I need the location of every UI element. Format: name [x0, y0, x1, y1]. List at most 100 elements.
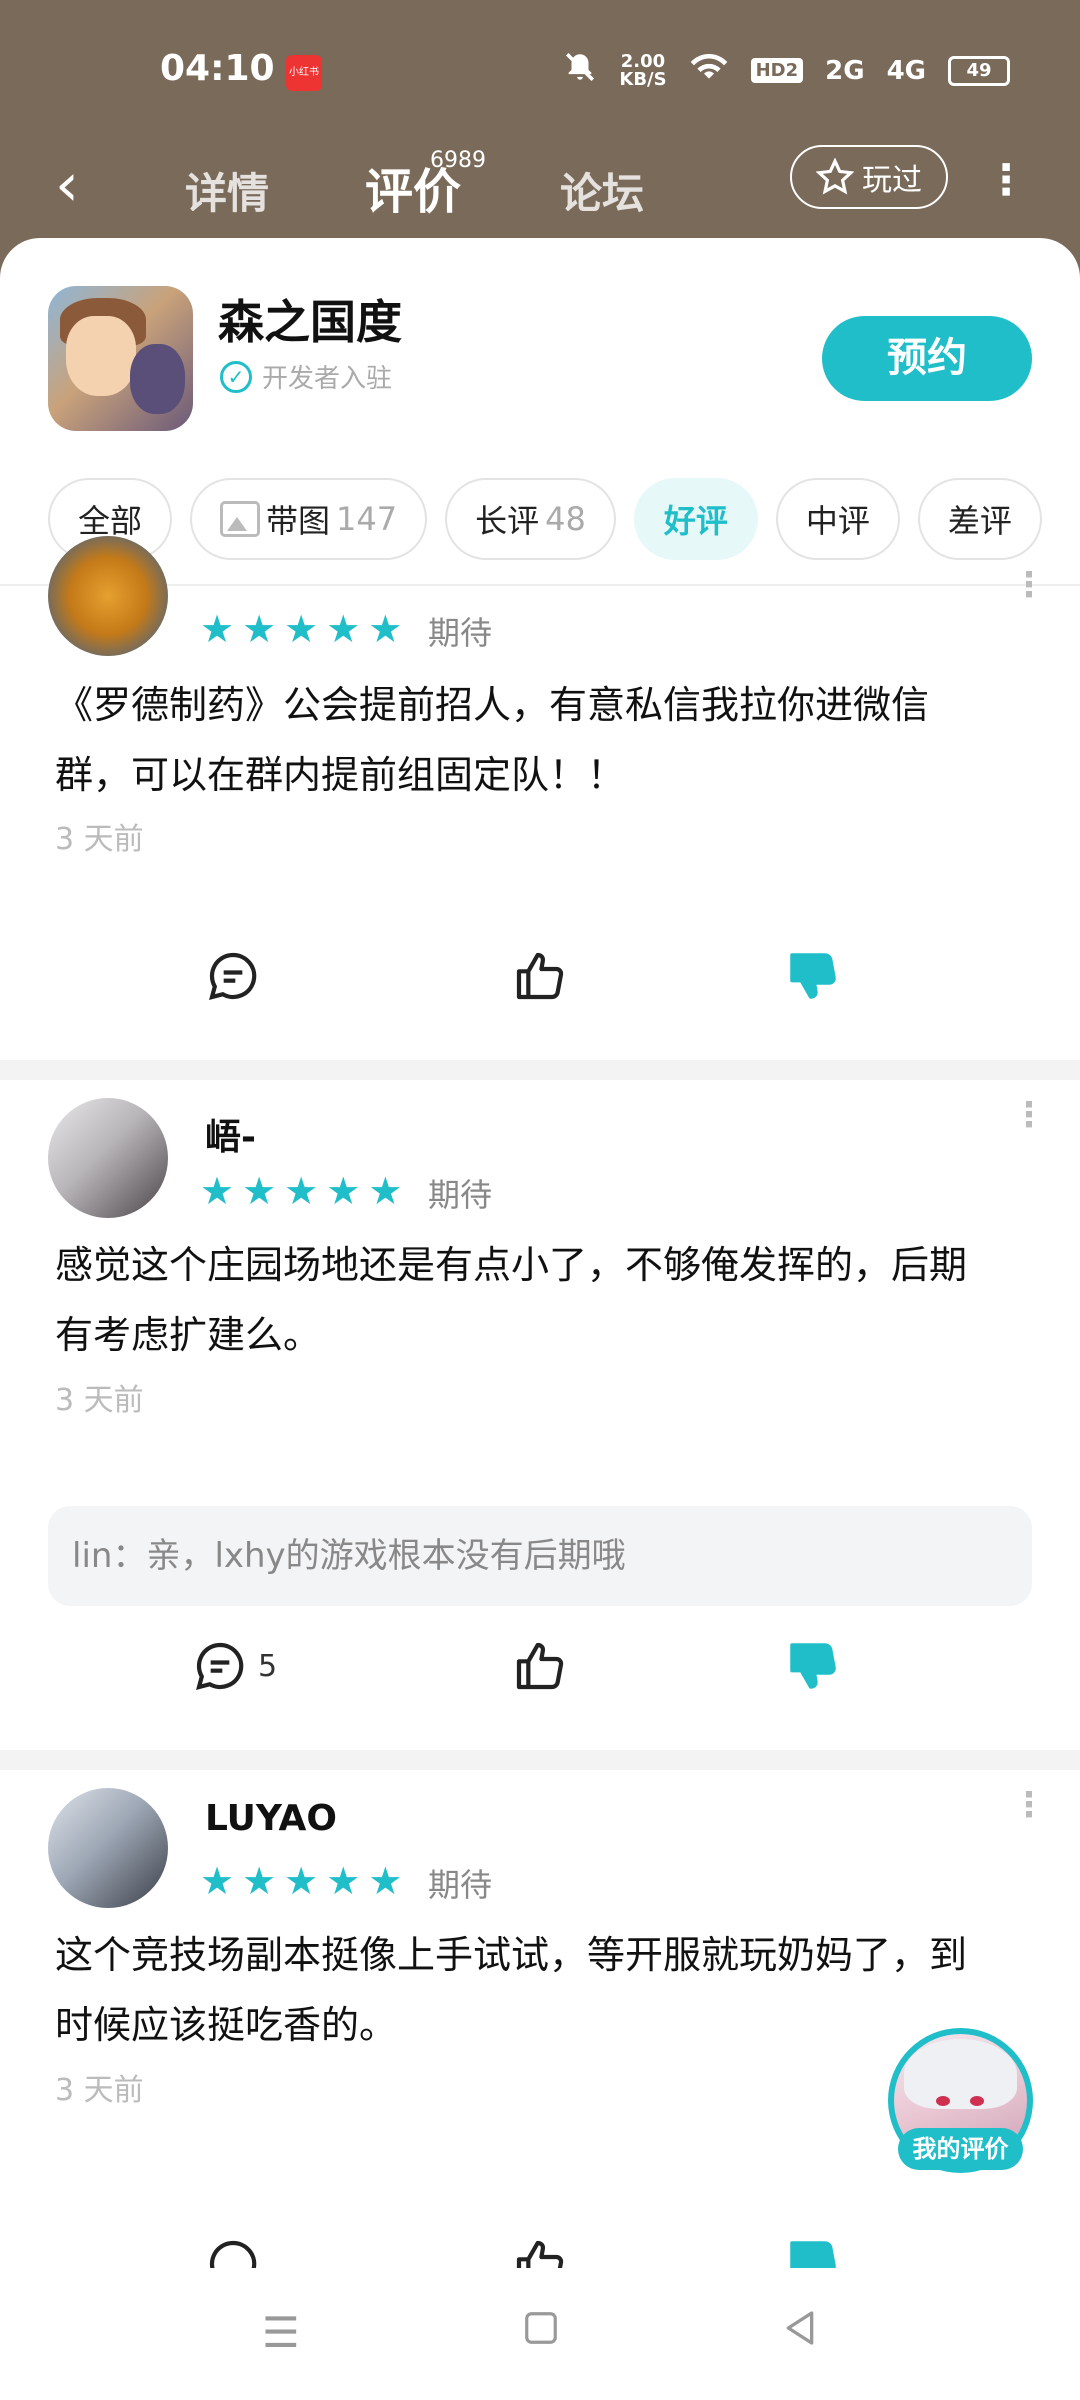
game-header: 森之国度 ✓ 开发者入驻 预约: [0, 238, 1080, 478]
more-vertical-icon[interactable]: ⋮: [1012, 568, 1046, 602]
thumbs-up-icon: [516, 952, 564, 1000]
review-card: ★ ★ ★ ★ ★ 期待 ⋮ 《罗德制药》公会提前招人，有意私信我拉你进微信 群，可以在…: [0, 536, 1080, 941]
comment-icon: [196, 1642, 244, 1690]
comment-button[interactable]: 5: [192, 1638, 277, 1694]
filter-long[interactable]: 长评 48: [445, 478, 616, 560]
home-square-icon[interactable]: [522, 2308, 560, 2357]
star-icon: ★: [368, 607, 403, 651]
game-title: 森之国度: [218, 295, 402, 349]
filter-images-count: 147: [336, 500, 398, 538]
menu-icon[interactable]: ☰: [262, 2308, 300, 2357]
reply-preview[interactable]: lin：亲，lxhy的游戏根本没有后期哦: [48, 1506, 1032, 1606]
app-notification-icon: 小红书: [286, 55, 322, 91]
filter-negative[interactable]: 差评: [917, 478, 1042, 560]
check-circle-icon: ✓: [220, 360, 252, 393]
played-button[interactable]: 玩过: [790, 145, 948, 209]
filter-chips: 全部 带图 147 长评 48 好评 中评 差评: [48, 478, 1042, 562]
star-icon: ★: [200, 1169, 235, 1213]
wifi-icon: [689, 51, 729, 90]
hd-icon: HD2: [750, 58, 804, 83]
signal-4g: 4G: [886, 55, 926, 86]
image-icon: [220, 501, 261, 537]
review-tag: 期待: [428, 614, 493, 652]
back-triangle-icon[interactable]: [780, 2308, 820, 2358]
more-vertical-icon[interactable]: ⋮: [1012, 1788, 1046, 1822]
star-icon: ★: [326, 1169, 361, 1213]
header-nav: ‹ 详情 评价 6989 论坛 玩过 ⋮: [0, 140, 1080, 240]
tab-forum[interactable]: 论坛: [560, 160, 644, 221]
filter-with-images[interactable]: 带图 147: [190, 478, 428, 560]
like-button[interactable]: [512, 948, 568, 1004]
section-gap: [0, 1060, 1080, 1080]
star-icon: ★: [368, 1859, 403, 1903]
star-icon: ★: [284, 1859, 319, 1903]
username[interactable]: LUYAO: [205, 1798, 337, 1839]
review-time: 3 天前: [55, 822, 144, 857]
review-content: 《罗德制药》公会提前招人，有意私信我拉你进微信 群，可以在群内提前组固定队！！: [55, 670, 1035, 810]
comment-icon: [209, 952, 257, 1000]
mute-bell-icon: [563, 50, 597, 91]
filter-positive-label: 好评: [663, 502, 728, 540]
battery-icon: 49: [948, 55, 1010, 86]
filter-neutral[interactable]: 中评: [775, 478, 900, 560]
filter-positive[interactable]: 好评: [633, 478, 758, 560]
comment-button[interactable]: [205, 948, 261, 1004]
star-icon: ★: [242, 1169, 277, 1213]
played-label: 玩过: [862, 163, 922, 198]
star-icon: ★: [326, 1859, 361, 1903]
section-gap: [0, 1750, 1080, 1770]
avatar[interactable]: [48, 1098, 168, 1218]
dislike-button[interactable]: [785, 1638, 841, 1694]
more-vertical-icon[interactable]: ⋮: [1012, 1098, 1046, 1132]
filter-long-count: 48: [545, 500, 586, 538]
star-icon: ★: [200, 607, 235, 651]
star-rating: ★ ★ ★ ★ ★: [200, 1862, 402, 1900]
status-time: 04:10: [160, 48, 275, 89]
star-icon: ★: [200, 1859, 235, 1903]
status-icons: 2.00 KB/S HD2 2G 4G 49: [563, 50, 1010, 91]
more-vertical-icon[interactable]: ⋮: [985, 155, 1027, 204]
network-speed: 2.00 KB/S: [619, 52, 666, 89]
filter-negative-label: 差评: [947, 502, 1012, 540]
like-button[interactable]: [512, 1638, 568, 1694]
filter-long-label: 长评: [475, 502, 540, 540]
review-content-line: 时候应该挺吃香的。: [55, 2003, 398, 2047]
review-time: 3 天前: [55, 1383, 144, 1418]
review-content-line: 群，可以在群内提前组固定队！！: [55, 753, 626, 797]
back-arrow-icon[interactable]: ‹: [55, 150, 79, 220]
star-icon: ★: [284, 607, 319, 651]
review-time: 3 天前: [55, 2073, 144, 2108]
thumbs-down-icon: [790, 953, 836, 999]
comment-count: 5: [258, 1648, 278, 1684]
avatar[interactable]: [48, 1788, 168, 1908]
star-rating: ★ ★ ★ ★ ★: [200, 610, 402, 648]
star-icon: ★: [326, 607, 361, 651]
star-icon: ★: [242, 607, 277, 651]
review-actions: [0, 948, 1080, 1028]
avatar[interactable]: [48, 536, 168, 656]
review-content-line: 这个竞技场副本挺像上手试试，等开服就玩奶妈了，到: [55, 1933, 968, 1977]
star-plus-icon: [816, 158, 854, 195]
star-rating: ★ ★ ★ ★ ★: [200, 1172, 402, 1210]
star-icon: ★: [368, 1169, 403, 1213]
review-actions: 5: [0, 1638, 1080, 1718]
review-content: 这个竞技场副本挺像上手试试，等开服就玩奶妈了，到 时候应该挺吃香的。: [55, 1920, 1035, 2060]
top-bar: 04:10 小红书 2.00 KB/S HD2 2G 4G 49 ‹ 详情 评价 …: [0, 0, 1080, 250]
username[interactable]: 峿-: [205, 1108, 256, 1160]
signal-2g: 2G: [825, 55, 865, 86]
star-icon: ★: [284, 1169, 319, 1213]
developer-badge: ✓ 开发者入驻: [220, 358, 392, 395]
review-card: 峿- ★ ★ ★ ★ ★ 期待 ⋮ 感觉这个庄园场地还是有点小了，不够俺发挥的，后期 有…: [0, 1080, 1080, 1500]
dislike-button[interactable]: [785, 948, 841, 1004]
my-review-label[interactable]: 我的评价: [898, 2128, 1023, 2170]
tab-details[interactable]: 详情: [185, 160, 269, 221]
game-icon: [48, 286, 193, 431]
review-content-line: 《罗德制药》公会提前招人，有意私信我拉你进微信: [55, 683, 930, 727]
review-content-line: 有考虑扩建么。: [55, 1313, 322, 1357]
thumbs-down-icon: [790, 1643, 836, 1689]
review-content-line: 感觉这个庄园场地还是有点小了，不够俺发挥的，后期: [55, 1243, 968, 1287]
reserve-button[interactable]: 预约: [822, 316, 1032, 401]
developer-badge-label: 开发者入驻: [262, 364, 393, 394]
filter-images-label: 带图: [266, 502, 331, 540]
review-count: 6989: [430, 148, 486, 173]
